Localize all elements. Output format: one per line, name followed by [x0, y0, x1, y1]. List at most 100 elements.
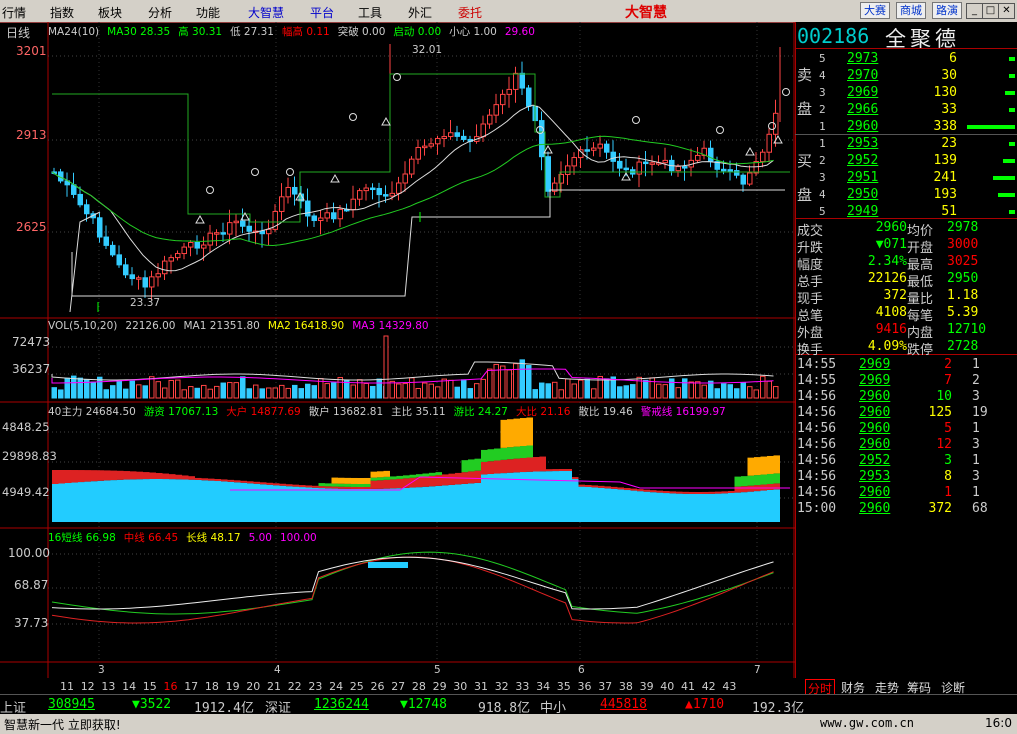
roadshow-button[interactable]: 路演 — [932, 2, 962, 19]
candle-body — [97, 217, 103, 238]
order-price: 2960 — [847, 119, 879, 134]
mall-button[interactable]: 商城 — [896, 2, 926, 19]
volume-bar — [253, 384, 259, 399]
money-bar-main — [747, 457, 754, 476]
maximize-icon[interactable]: □ — [982, 3, 999, 19]
tick-row[interactable]: 14:56 2960 125 19 — [797, 405, 1017, 421]
buy-row-4[interactable]: 4 2950 193 — [797, 187, 1017, 203]
money-bar-big — [227, 479, 234, 482]
money-bar-retail — [591, 487, 598, 522]
volume-bar — [708, 380, 714, 399]
buy-row-1[interactable]: 1 2953 23 — [797, 136, 1017, 152]
tick-row[interactable]: 14:56 2952 3 1 — [797, 453, 1017, 469]
money-bar-retail — [240, 482, 247, 522]
stock-code[interactable]: 002186 — [797, 24, 869, 48]
close-icon[interactable]: ✕ — [998, 3, 1015, 19]
money-bar-big — [747, 485, 754, 492]
money-bar-retail — [364, 488, 371, 522]
volume-bar — [435, 386, 441, 399]
menu-quotes[interactable]: 行情 — [2, 4, 26, 21]
money-bar-retail — [643, 491, 650, 522]
status-bar: 智慧新一代 立即获取! www.gw.com.cn 16:0 — [0, 714, 1017, 734]
status-ad-text[interactable]: 智慧新一代 立即获取! — [4, 716, 121, 733]
money-bar-retail — [396, 488, 403, 522]
menu-sector[interactable]: 板块 — [98, 4, 122, 21]
chart-area[interactable]: 日线 MA24(10) MA30 28.35 高 30.31 低 27.31 幅高 0.… — [0, 22, 795, 678]
tick-row[interactable]: 14:55 2969 2 1 — [797, 357, 1017, 373]
minimize-icon[interactable]: _ — [966, 3, 983, 19]
candle-body — [617, 160, 623, 169]
sell-row-1[interactable]: 1 2960 338 — [797, 119, 1017, 135]
tick-row[interactable]: 15:00 2960 372 68 — [797, 501, 1017, 517]
menu-function[interactable]: 功能 — [196, 4, 220, 21]
tick-row[interactable]: 14:56 2960 5 1 — [797, 421, 1017, 437]
buy-row-2[interactable]: 2 2952 139 — [797, 153, 1017, 169]
money-bar-hot — [390, 476, 397, 480]
money-bar-retail — [656, 492, 663, 522]
money-bar-retail — [468, 483, 475, 522]
money-bar-big — [260, 482, 267, 485]
volume-bar — [461, 379, 467, 399]
money-bar-big — [214, 479, 221, 482]
candle-body — [480, 123, 486, 138]
menu-dzh[interactable]: 大智慧 — [248, 4, 284, 21]
period-label[interactable]: 日线 — [6, 24, 30, 41]
volume-bar — [116, 380, 122, 399]
candle-body — [513, 72, 519, 90]
menu-tools[interactable]: 工具 — [358, 4, 382, 21]
money-bar-big — [169, 474, 176, 480]
volume-bar — [545, 383, 551, 399]
candle-body — [623, 167, 629, 171]
tick-row[interactable]: 14:56 2960 12 3 — [797, 437, 1017, 453]
sell-row-4[interactable]: 4 2970 30 — [797, 68, 1017, 84]
money-bar-retail — [507, 472, 514, 522]
money-bar-retail — [702, 493, 709, 522]
tick-time: 15:00 — [797, 501, 837, 516]
tick-row[interactable]: 14:56 2960 10 3 — [797, 389, 1017, 405]
tick-row[interactable]: 14:55 2969 7 2 — [797, 373, 1017, 389]
chart-canvas[interactable] — [0, 22, 795, 678]
candle-body — [188, 242, 194, 248]
x-day-label: 13 — [101, 680, 116, 693]
menu-analysis[interactable]: 分析 — [148, 4, 172, 21]
tick-price: 2960 — [859, 501, 891, 516]
menu-index[interactable]: 指数 — [50, 4, 74, 21]
money-bar-big — [702, 491, 709, 494]
tick-row[interactable]: 14:56 2960 1 1 — [797, 485, 1017, 501]
signal-circle-marker — [716, 126, 724, 134]
menu-forex[interactable]: 外汇 — [408, 4, 432, 21]
menu-platform[interactable]: 平台 — [310, 4, 334, 21]
sell-row-5[interactable]: 5 2973 6 — [797, 51, 1017, 67]
money-bar-big — [513, 458, 520, 473]
money-bar-big — [520, 458, 527, 473]
menu-order[interactable]: 委托 — [458, 4, 482, 21]
money-bar-retail — [494, 473, 501, 522]
candle-body — [116, 254, 122, 266]
x-day-label: 35 — [556, 680, 571, 693]
money-bar-hot — [481, 449, 488, 462]
candle-body — [324, 212, 330, 219]
tick-price: 2960 — [859, 389, 891, 404]
money-bar-big — [539, 456, 546, 472]
candle-body — [220, 232, 226, 235]
candle-body — [149, 276, 155, 288]
buy-row-5[interactable]: 5 2949 51 — [797, 204, 1017, 220]
volume-bar — [474, 383, 480, 399]
contest-button[interactable]: 大赛 — [860, 2, 890, 19]
x-day-label: 11 — [60, 680, 74, 693]
volume-bar — [363, 382, 369, 399]
money-bar-hot — [429, 472, 436, 476]
candle-body — [493, 104, 499, 116]
buy-row-3[interactable]: 3 2951 241 — [797, 170, 1017, 186]
status-url[interactable]: www.gw.com.cn — [820, 716, 914, 730]
volume-bar — [376, 378, 382, 399]
money-bar-retail — [409, 487, 416, 522]
tick-row[interactable]: 14:56 2953 8 3 — [797, 469, 1017, 485]
money-bar-hot — [767, 473, 774, 484]
sell-row-3[interactable]: 3 2969 130 — [797, 85, 1017, 101]
money-bar-big — [338, 486, 345, 489]
order-volume-bar — [1009, 210, 1015, 214]
money-bar-retail — [338, 488, 345, 522]
sell-row-2[interactable]: 2 2966 33 — [797, 102, 1017, 118]
volume-bar — [188, 386, 194, 399]
